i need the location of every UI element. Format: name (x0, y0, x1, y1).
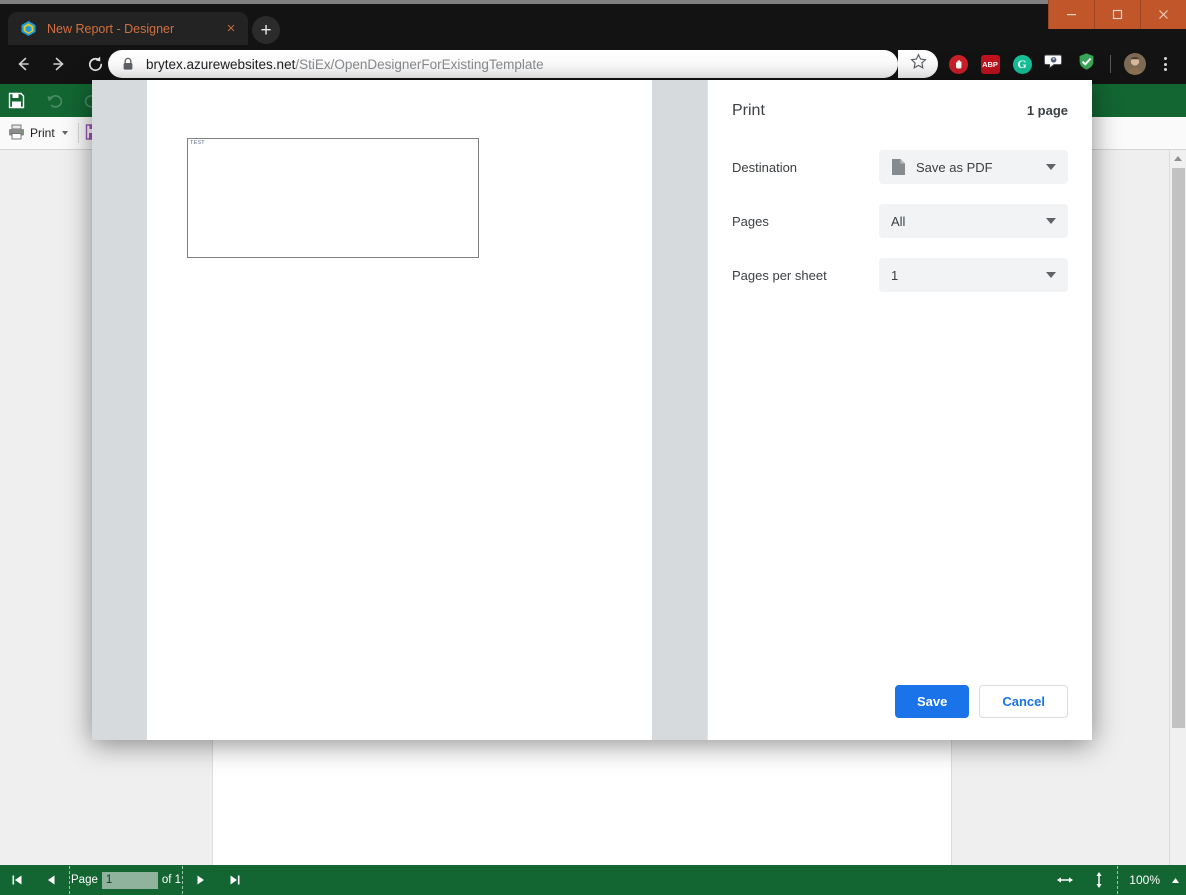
pages-per-sheet-label: Pages per sheet (732, 268, 879, 283)
page-label: Page (71, 874, 98, 886)
chevron-down-icon[interactable] (1046, 272, 1056, 278)
print-save-button[interactable]: Save (895, 685, 969, 718)
print-preview-page: TEST (147, 80, 652, 740)
pages-select[interactable]: All (879, 204, 1068, 238)
fit-width-button[interactable] (1048, 865, 1082, 895)
url-domain: brytex.azurewebsites.net (146, 57, 295, 72)
undo-arrow-icon[interactable] (42, 90, 66, 112)
printer-icon (8, 124, 25, 143)
print-dialog: TEST Print 1 page Destination (92, 80, 1092, 740)
stimulsoft-logo-icon (20, 20, 37, 37)
statusbar-divider (69, 866, 70, 894)
back-arrow-icon[interactable] (8, 49, 38, 79)
tab-close-icon[interactable]: × (222, 20, 240, 38)
extension-chat[interactable] (1040, 50, 1068, 78)
browser-titlebar: New Report - Designer × + (0, 0, 1186, 44)
abp-icon: ABP (981, 55, 1000, 74)
chevron-down-icon[interactable] (62, 131, 68, 135)
screen: New Report - Designer × + (0, 0, 1186, 895)
zoom-caret-icon[interactable] (1164, 865, 1186, 895)
destination-label: Destination (732, 160, 879, 175)
preview-report-box: TEST (187, 138, 479, 258)
pages-value: All (891, 214, 905, 229)
chevron-down-icon[interactable] (1046, 164, 1056, 170)
app-statusbar: Page 1 of 1 100% (0, 865, 1186, 895)
print-settings-pane: Print 1 page Destination Save as PDF (707, 80, 1092, 740)
toolbar-divider (1110, 55, 1111, 73)
scrollbar-thumb[interactable] (1172, 168, 1185, 728)
lock-icon (122, 57, 134, 71)
page-total-label: of 1 (162, 874, 181, 886)
toolbar-divider (78, 123, 79, 143)
kebab-dot (1164, 68, 1167, 71)
first-page-button[interactable] (0, 865, 34, 895)
last-page-button[interactable] (218, 865, 252, 895)
chevron-down-icon[interactable] (1046, 218, 1056, 224)
print-page-count: 1 page (1027, 103, 1068, 118)
extensions-row: ABP G (944, 50, 1177, 78)
print-button[interactable]: Print (4, 120, 76, 146)
statusbar-divider (1117, 866, 1118, 894)
close-button[interactable] (1140, 0, 1186, 29)
preview-report-label: TEST (190, 140, 205, 146)
scroll-up-icon[interactable] (1174, 156, 1182, 161)
minimize-button[interactable] (1048, 0, 1094, 29)
forward-arrow-icon[interactable] (44, 49, 74, 79)
browser-tab[interactable]: New Report - Designer × (8, 12, 248, 45)
fit-height-button[interactable] (1082, 865, 1116, 895)
setting-row-destination: Destination Save as PDF (732, 150, 1068, 184)
star-icon (910, 53, 927, 75)
avatar (1124, 53, 1146, 75)
destination-value: Save as PDF (916, 160, 993, 175)
print-preview-pane: TEST (92, 80, 707, 740)
url-path: /StiEx/OpenDesignerForExistingTemplate (295, 57, 543, 72)
page-scrollbar[interactable] (1169, 150, 1186, 879)
print-dialog-actions: Save Cancel (895, 685, 1068, 718)
extension-grammarly[interactable]: G (1008, 50, 1036, 78)
extension-shield-check[interactable] (1072, 50, 1100, 78)
print-dialog-header: Print 1 page (732, 102, 1068, 120)
kebab-dot (1164, 63, 1167, 66)
destination-select[interactable]: Save as PDF (879, 150, 1068, 184)
window-controls (1048, 0, 1186, 29)
bookmark-star-button[interactable] (898, 50, 938, 78)
statusbar-divider (182, 866, 183, 894)
pages-label: Pages (732, 214, 879, 229)
next-page-button[interactable] (184, 865, 218, 895)
print-button-label: Print (30, 126, 55, 140)
tab-title: New Report - Designer (47, 22, 222, 36)
floppy-disk-icon[interactable] (4, 90, 28, 112)
pages-per-sheet-select[interactable]: 1 (879, 258, 1068, 292)
zoom-level-label[interactable]: 100% (1119, 873, 1164, 887)
pdf-document-icon (891, 158, 906, 176)
hand-icon (949, 55, 968, 74)
setting-row-pages-per-sheet: Pages per sheet 1 (732, 258, 1068, 292)
pagination-controls: Page 1 of 1 (0, 865, 252, 895)
extension-ublock-origin[interactable] (944, 50, 972, 78)
print-cancel-button[interactable]: Cancel (979, 685, 1068, 718)
print-dialog-title: Print (732, 102, 765, 120)
prev-page-button[interactable] (34, 865, 68, 895)
extension-adblock-plus[interactable]: ABP (976, 50, 1004, 78)
new-tab-button[interactable]: + (252, 16, 280, 44)
page-number-input[interactable]: 1 (102, 872, 158, 889)
reload-icon[interactable] (80, 49, 110, 79)
pages-per-sheet-value: 1 (891, 268, 898, 283)
maximize-button[interactable] (1094, 0, 1140, 29)
profile-button[interactable] (1121, 50, 1149, 78)
address-bar[interactable]: brytex.azurewebsites.net/StiEx/OpenDesig… (108, 50, 898, 78)
speech-bubble-icon (1044, 53, 1064, 76)
shield-check-icon (1077, 52, 1096, 76)
url-text: brytex.azurewebsites.net/StiEx/OpenDesig… (146, 57, 544, 72)
kebab-dot (1164, 57, 1167, 60)
kebab-menu-icon[interactable] (1153, 50, 1177, 78)
setting-row-pages: Pages All (732, 204, 1068, 238)
grammarly-icon: G (1013, 55, 1032, 74)
